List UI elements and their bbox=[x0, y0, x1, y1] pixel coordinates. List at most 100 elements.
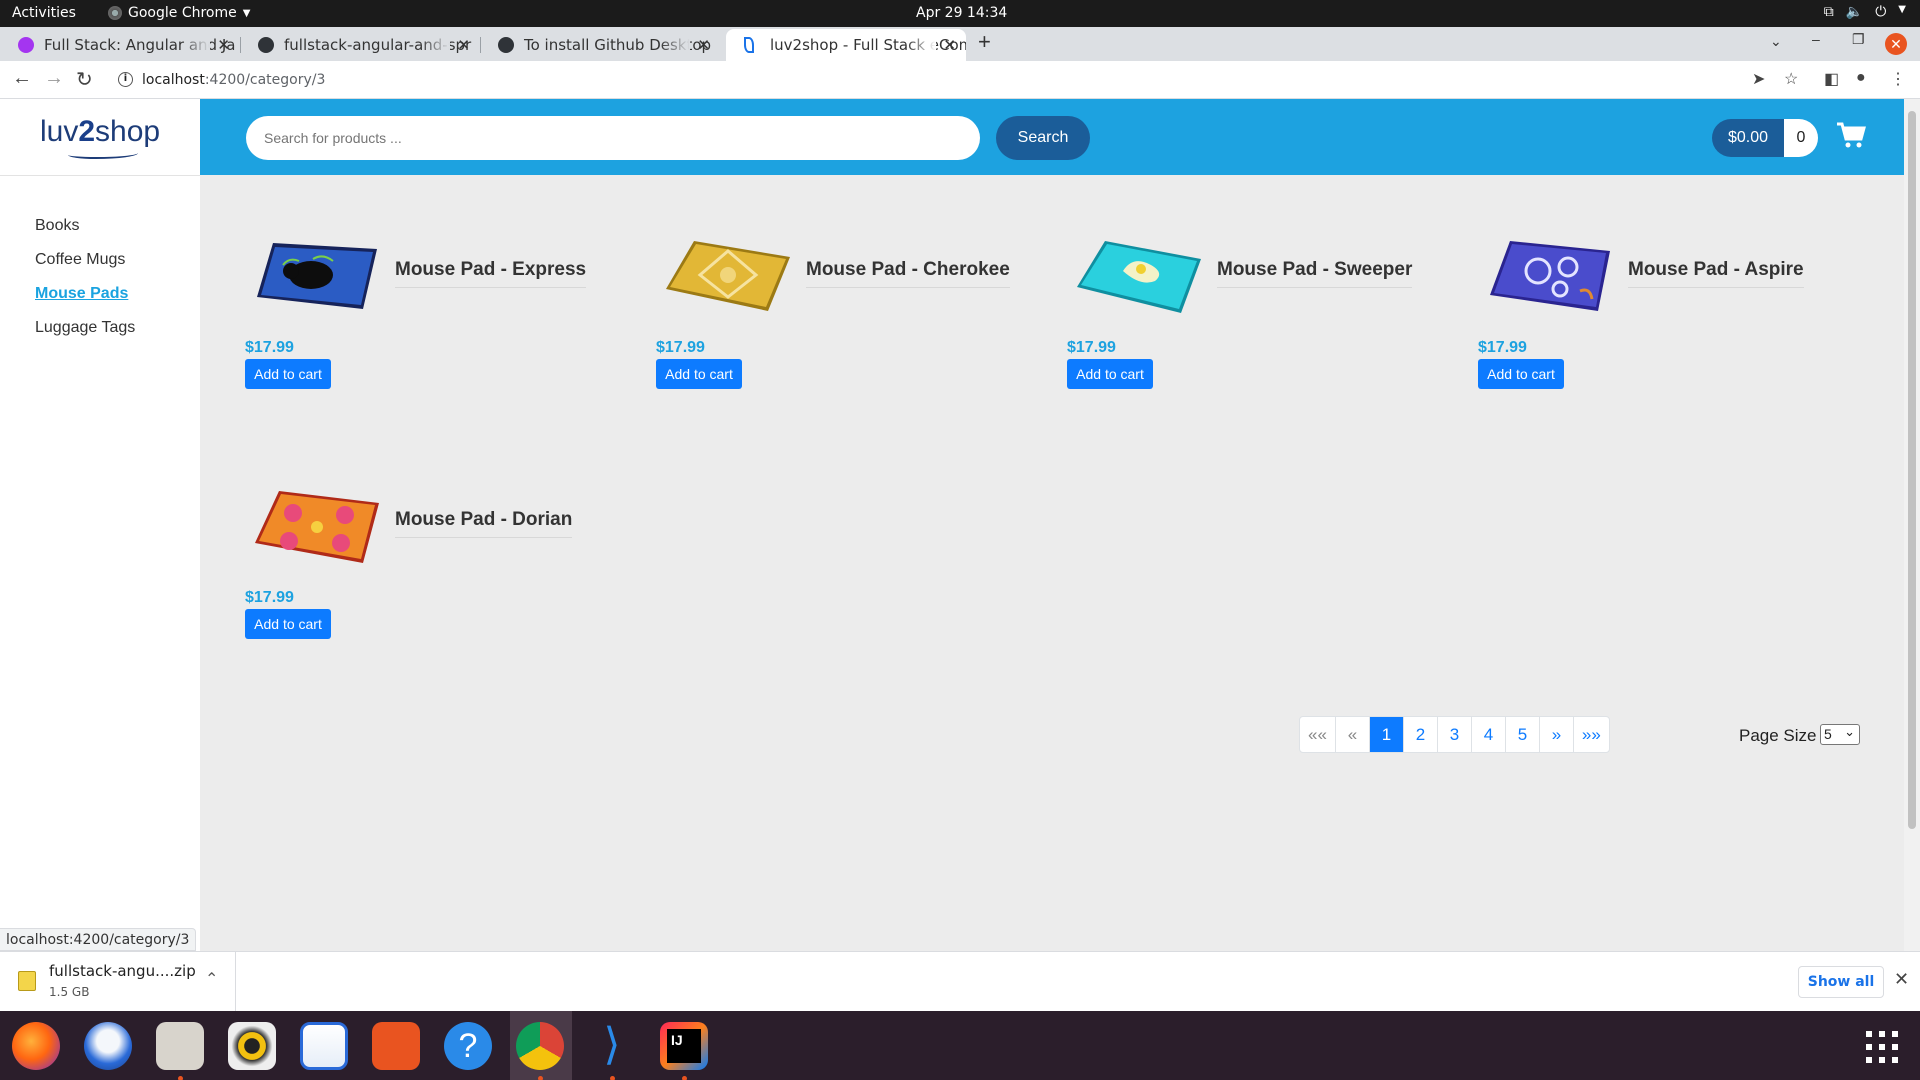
new-tab-button[interactable]: + bbox=[978, 29, 991, 55]
files-icon[interactable] bbox=[156, 1022, 204, 1080]
add-to-cart-button[interactable]: Add to cart bbox=[245, 359, 331, 389]
intellij-icon[interactable]: IJ bbox=[660, 1022, 708, 1080]
product-price: $17.99 bbox=[245, 589, 294, 606]
page-size-label: Page Size bbox=[1739, 726, 1817, 745]
send-icon[interactable]: ➤ bbox=[1752, 69, 1765, 89]
app-menu[interactable]: Google Chrome ▼ bbox=[108, 5, 250, 21]
product-name[interactable]: Mouse Pad - Cherokee bbox=[806, 259, 1010, 288]
browser-tab[interactable]: Full Stack: Angular and Ja ✕ bbox=[0, 29, 240, 61]
chevron-up-icon[interactable]: ⌃ bbox=[205, 969, 218, 989]
luv2shop-logo[interactable]: luv2shop bbox=[40, 115, 160, 161]
download-item[interactable]: fullstack-angu....zip 1.5 GB ⌃ bbox=[0, 952, 236, 1012]
search-button[interactable]: Search bbox=[996, 116, 1090, 160]
page-scrollbar[interactable] bbox=[1904, 99, 1920, 951]
tab-search-icon[interactable]: ⌄ bbox=[1770, 33, 1782, 50]
tab-title: luv2shop - Full Stack eCom bbox=[770, 36, 966, 54]
mouse-pad-express-image[interactable] bbox=[253, 235, 381, 313]
product-name[interactable]: Mouse Pad - Express bbox=[395, 259, 587, 288]
download-file-name: fullstack-angu....zip bbox=[49, 962, 196, 980]
writer-icon[interactable] bbox=[300, 1022, 348, 1070]
mouse-pad-dorian-image[interactable] bbox=[253, 485, 381, 563]
first-page-link[interactable]: «« bbox=[1300, 717, 1336, 752]
more-menu-icon[interactable]: ⋮ bbox=[1890, 69, 1906, 89]
product-price: $17.99 bbox=[245, 339, 294, 356]
product-name[interactable]: Mouse Pad - Aspire bbox=[1628, 259, 1804, 288]
software-center-icon[interactable] bbox=[372, 1022, 420, 1070]
last-page-link[interactable]: »» bbox=[1574, 717, 1609, 752]
mouse-pad-aspire-image[interactable] bbox=[1486, 235, 1614, 313]
product-search-input[interactable] bbox=[246, 116, 980, 160]
system-tray[interactable]: ⧉ 🔈 ⏻ ▼ bbox=[1824, 4, 1906, 20]
close-icon[interactable]: ✕ bbox=[697, 29, 710, 61]
rhythmbox-icon[interactable] bbox=[228, 1022, 276, 1070]
reload-icon[interactable]: ↻ bbox=[76, 67, 93, 92]
download-bar: fullstack-angu....zip 1.5 GB ⌃ Show all … bbox=[0, 951, 1920, 1012]
show-all-downloads-button[interactable]: Show all bbox=[1798, 966, 1884, 998]
product-card: Mouse Pad - Express $17.99 Add to cart bbox=[245, 223, 605, 423]
back-icon[interactable]: ← bbox=[12, 67, 32, 90]
add-to-cart-button[interactable]: Add to cart bbox=[656, 359, 742, 389]
tab-strip: Full Stack: Angular and Ja ✕ fullstack-a… bbox=[0, 27, 1920, 61]
power-icon: ⏻ bbox=[1875, 4, 1887, 20]
profile-icon[interactable]: ● bbox=[1856, 69, 1866, 87]
product-price: $17.99 bbox=[656, 339, 705, 356]
restore-icon[interactable]: ❐ bbox=[1852, 31, 1865, 48]
thunderbird-icon[interactable] bbox=[84, 1022, 132, 1070]
site-info-icon[interactable]: i bbox=[118, 72, 133, 87]
browser-tab[interactable]: To install Github Desktop ✕ bbox=[480, 29, 720, 61]
close-icon[interactable]: ✕ bbox=[457, 29, 470, 61]
previous-page-link[interactable]: « bbox=[1336, 717, 1370, 752]
close-icon[interactable]: ✕ bbox=[1894, 969, 1909, 990]
vscode-icon[interactable]: ⟩ bbox=[588, 1022, 636, 1080]
browser-tab-active[interactable]: luv2shop - Full Stack eCom ✕ bbox=[726, 29, 966, 61]
browser-tab[interactable]: fullstack-angular-and-spr ✕ bbox=[240, 29, 480, 61]
activities-button[interactable]: Activities bbox=[12, 5, 76, 21]
luv2shop-icon bbox=[744, 37, 754, 53]
mouse-pad-sweeper-image[interactable] bbox=[1075, 235, 1203, 313]
mouse-pad-cherokee-image[interactable] bbox=[664, 235, 792, 313]
page-link-1[interactable]: 1 bbox=[1369, 717, 1404, 752]
product-card: Mouse Pad - Aspire $17.99 Add to cart bbox=[1478, 223, 1838, 423]
address-bar[interactable]: i localhost:4200/category/3 bbox=[108, 65, 1748, 95]
page-viewport: luv2shop Books Coffee Mugs Mouse Pads Lu… bbox=[0, 99, 1920, 951]
shop-header: Search $0.00 0 bbox=[200, 99, 1904, 175]
status-bubble-url: localhost:4200/category/3 bbox=[0, 928, 197, 951]
page-link-2[interactable]: 2 bbox=[1404, 717, 1438, 752]
system-top-bar: Activities Google Chrome ▼ Apr 29 14:34 … bbox=[0, 0, 1920, 27]
product-name[interactable]: Mouse Pad - Dorian bbox=[395, 509, 573, 538]
page-size-select[interactable]: 5 bbox=[1820, 722, 1860, 745]
help-icon[interactable]: ? bbox=[444, 1022, 492, 1070]
add-to-cart-button[interactable]: Add to cart bbox=[1067, 359, 1153, 389]
product-card: Mouse Pad - Dorian $17.99 Add to cart bbox=[245, 473, 605, 673]
add-to-cart-button[interactable]: Add to cart bbox=[1478, 359, 1564, 389]
browser-toolbar: ← → ↻ i localhost:4200/category/3 ➤ ☆ ◧ … bbox=[0, 61, 1920, 99]
bookmark-star-icon[interactable]: ☆ bbox=[1784, 69, 1798, 89]
close-icon[interactable]: ✕ bbox=[943, 29, 956, 61]
chrome-icon[interactable] bbox=[516, 1022, 564, 1080]
next-page-link[interactable]: » bbox=[1540, 717, 1574, 752]
github-icon bbox=[258, 37, 274, 53]
forward-icon[interactable]: → bbox=[44, 67, 64, 90]
category-link-coffee-mugs[interactable]: Coffee Mugs bbox=[35, 251, 125, 269]
shopping-cart-icon[interactable] bbox=[1836, 121, 1866, 151]
side-panel-icon[interactable]: ◧ bbox=[1824, 69, 1839, 89]
product-name[interactable]: Mouse Pad - Sweeper bbox=[1217, 259, 1413, 288]
ubuntu-dock bbox=[0, 1011, 1920, 1080]
category-link-mouse-pads[interactable]: Mouse Pads bbox=[35, 285, 128, 303]
show-applications-icon[interactable] bbox=[1866, 1031, 1898, 1063]
close-icon[interactable]: ✕ bbox=[217, 29, 230, 61]
category-link-books[interactable]: Books bbox=[35, 217, 79, 235]
clock[interactable]: Apr 29 14:34 bbox=[916, 5, 1007, 21]
category-link-luggage-tags[interactable]: Luggage Tags bbox=[35, 319, 135, 337]
pagination: «« « 1 2 3 4 5 » »» bbox=[1299, 716, 1610, 753]
add-to-cart-button[interactable]: Add to cart bbox=[245, 609, 331, 639]
window-close-button[interactable]: ✕ bbox=[1885, 33, 1907, 55]
page-link-5[interactable]: 5 bbox=[1506, 717, 1540, 752]
page-link-3[interactable]: 3 bbox=[1438, 717, 1472, 752]
firefox-icon[interactable] bbox=[12, 1022, 60, 1070]
sidebar: luv2shop Books Coffee Mugs Mouse Pads Lu… bbox=[0, 99, 200, 951]
volume-icon: 🔈 bbox=[1845, 4, 1864, 20]
zip-file-icon bbox=[18, 971, 36, 991]
minimize-icon[interactable]: – bbox=[1812, 31, 1820, 47]
page-link-4[interactable]: 4 bbox=[1472, 717, 1506, 752]
